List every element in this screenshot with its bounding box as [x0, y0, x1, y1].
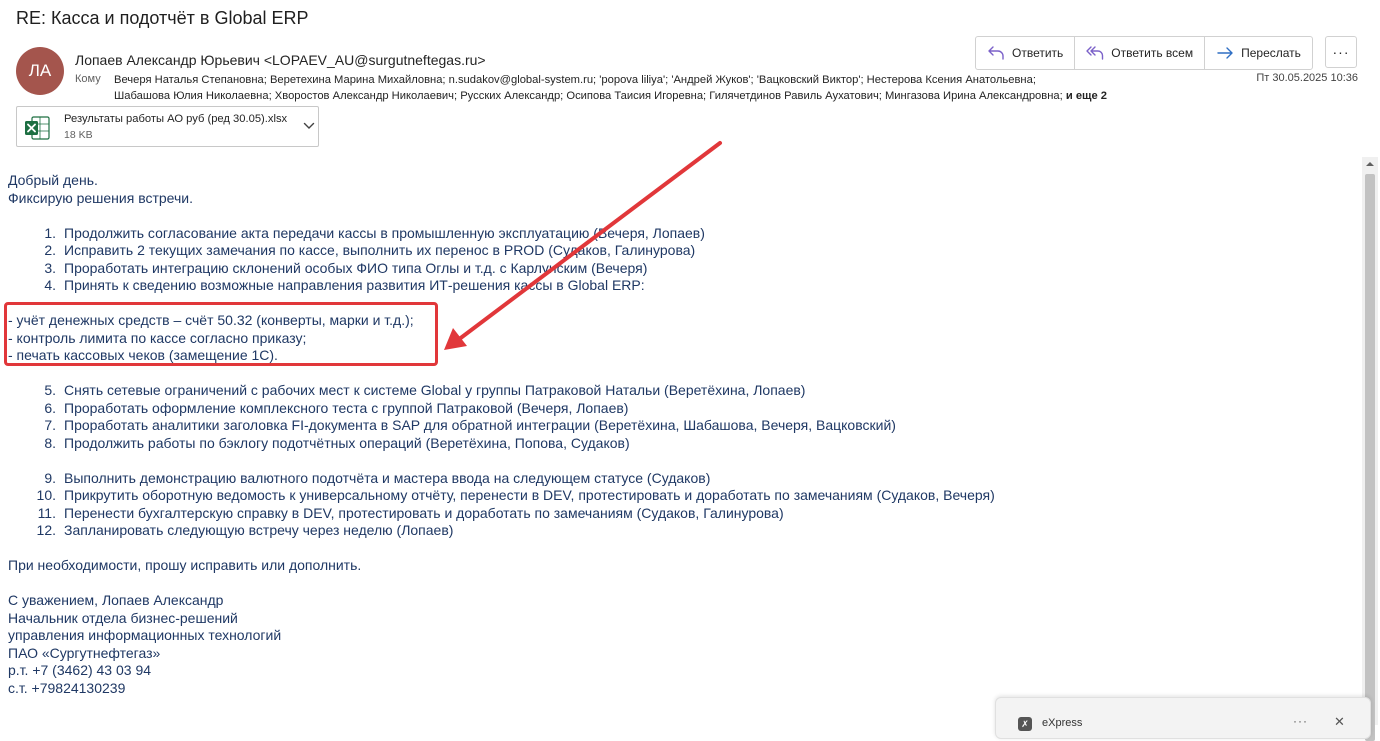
- express-app-icon: ✗: [1018, 717, 1032, 731]
- more-actions-button[interactable]: ···: [1325, 36, 1357, 68]
- highlight-box: [4, 302, 438, 366]
- signature-line: р.т. +7 (3462) 43 03 94: [8, 662, 152, 678]
- list-item: 7. Проработать аналитики заголовка FI-док…: [44, 417, 896, 433]
- recipients-line-2[interactable]: Шабашова Юлия Николаевна; Хворостов Алек…: [114, 88, 1107, 104]
- reply-all-button[interactable]: Ответить всем: [1075, 37, 1206, 69]
- chevron-down-icon[interactable]: [303, 121, 315, 131]
- scroll-up-icon[interactable]: [1365, 160, 1375, 168]
- forward-label: Переслать: [1241, 46, 1301, 60]
- express-notification[interactable]: ✗ eXpress ··· ✕: [995, 697, 1371, 739]
- list-item: 5. Снять сетевые ограничений с рабочих ме…: [44, 382, 806, 398]
- intro: Фиксирую решения встречи.: [8, 189, 194, 206]
- list-item: 2. Исправить 2 текущих замечания по кассе…: [44, 242, 696, 258]
- signature-line: Начальник отдела бизнес-решений: [8, 609, 238, 626]
- list-item: 3. Проработать интеграцию склонений особы…: [44, 259, 648, 276]
- reply-icon: [988, 46, 1004, 60]
- email-date: Пт 30.05.2025 10:36: [1256, 72, 1358, 84]
- signature-line: управления информационных технологий: [8, 627, 282, 643]
- reply-actions-group: Ответить Ответить всем Переслать: [975, 36, 1313, 70]
- list-item: 9. Выполнить демонстрацию валютного подот…: [44, 469, 711, 486]
- recipients-more-link[interactable]: и еще 2: [1066, 90, 1107, 102]
- list-item: 6. Проработать оформление комплексного те…: [44, 399, 629, 416]
- closing-line: При необходимости, прошу исправить или д…: [8, 557, 362, 573]
- recipients-list[interactable]: Вечеря Наталья Степановна; Веретехина Ма…: [114, 72, 1107, 104]
- email-body: Добрый день. Фиксирую решения встречи. 1…: [8, 172, 1348, 697]
- attachment-card[interactable]: Результаты работы АО руб (ред 30.05).xls…: [16, 106, 319, 147]
- close-icon[interactable]: ✕: [1334, 714, 1345, 730]
- reply-all-label: Ответить всем: [1111, 46, 1194, 60]
- forward-button[interactable]: Переслать: [1205, 37, 1312, 69]
- list-item: 8. Продолжить работы по бэклогу подотчётн…: [44, 434, 630, 451]
- signature-line: ПАО «Сургутнефтегаз»: [8, 644, 161, 661]
- express-app-name: eXpress: [1042, 717, 1083, 729]
- reply-all-icon: [1086, 46, 1104, 60]
- email-subject: RE: Касса и подотчёт в Global ERP: [16, 8, 309, 28]
- signature-line: с.т. +79824130239: [8, 679, 126, 696]
- list-item: 10. Прикрутить оборотную ведомость к унив…: [36, 487, 995, 503]
- list-item: 1. Продолжить согласование акта передачи …: [44, 224, 705, 241]
- sender-name[interactable]: Лопаев Александр Юрьевич <LOPAEV_AU@surg…: [75, 52, 486, 68]
- sender-avatar[interactable]: ЛА: [16, 47, 64, 95]
- notification-more-button[interactable]: ···: [1293, 714, 1308, 728]
- attachment-name: Результаты работы АО руб (ред 30.05).xls…: [64, 113, 288, 125]
- forward-icon: [1217, 47, 1233, 59]
- list-item: 11. Перенести бухгалтерскую справку в DEV…: [37, 504, 784, 521]
- signature-line: С уважением, Лопаев Александр: [8, 592, 224, 608]
- recipients-line-1[interactable]: Вечеря Наталья Степановна; Веретехина Ма…: [114, 72, 1107, 88]
- list-item: 4. Принять к сведению возможные направлен…: [44, 277, 645, 293]
- greeting: Добрый день.: [8, 172, 98, 188]
- vertical-scrollbar[interactable]: [1362, 157, 1378, 741]
- reply-button[interactable]: Ответить: [976, 37, 1076, 69]
- to-label: Кому: [75, 73, 101, 85]
- excel-file-icon: [25, 116, 50, 140]
- list-item: 12. Запланировать следующую встречу через…: [36, 522, 454, 538]
- attachment-size: 18 KB: [64, 129, 93, 141]
- reply-label: Ответить: [1012, 46, 1064, 60]
- scrollbar-thumb[interactable]: [1365, 174, 1375, 741]
